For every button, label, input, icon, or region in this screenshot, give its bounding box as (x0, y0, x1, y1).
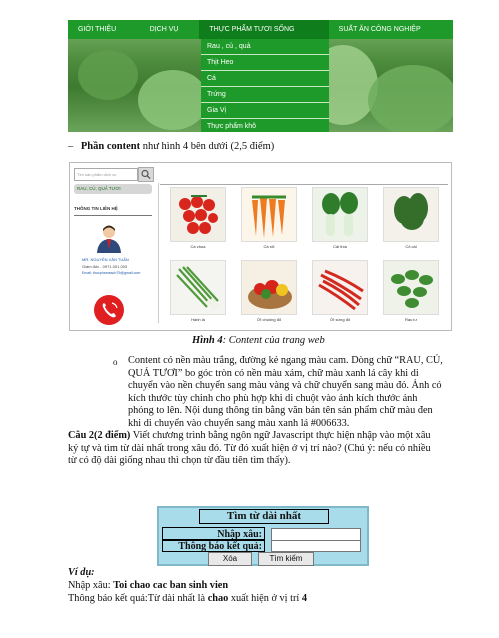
longest-word-form: Tìm từ dài nhất Nhập xâu: Thông báo kết … (157, 506, 369, 566)
product-image[interactable] (170, 260, 226, 315)
bullet-mark: o (113, 357, 118, 367)
product-card[interactable]: Ớt sừng đỏ (312, 260, 368, 326)
contact-title: THÔNG TIN LIÊN HỆ (74, 206, 118, 211)
result-label: Thông báo kết quả: (162, 540, 265, 552)
product-image[interactable] (312, 260, 368, 315)
vegetable-photo (138, 70, 208, 130)
product-image[interactable] (312, 187, 368, 242)
question-2-line: Viết chương trình bằng ngôn ngữ Javascri… (130, 430, 431, 441)
product-card[interactable]: Cải thìa (312, 187, 368, 253)
menu-item-thuc-pham[interactable]: THỰC PHẨM TƯƠI SỐNG (199, 20, 329, 39)
category-badge[interactable]: RAU, CỦ, QUẢ TƯƠI (74, 184, 152, 194)
vegetable-photo (78, 50, 138, 100)
submenu-item[interactable]: Gia Vị (201, 103, 329, 119)
bullet-line: Content có nền màu trắng, đường kẻ ngang… (128, 355, 443, 366)
product-name: Cà rốt (263, 244, 275, 249)
product-image[interactable] (383, 187, 439, 242)
product-image[interactable] (170, 187, 226, 242)
search-input[interactable]: Tìm sản phẩm dịch vụ (74, 168, 138, 181)
form-title: Tìm từ dài nhất (199, 509, 329, 524)
menu-banner-figure: GIỚI THIỆU DỊCH VỤ THỰC PHẨM TƯƠI SỐNG S… (68, 20, 453, 132)
product-name: Ớt sừng đỏ (329, 317, 351, 322)
bullet-line: QUẢ TƯƠI” bo góc tròn có nền màu xám, ch… (128, 367, 419, 379)
product-card[interactable]: Cà rốt (241, 187, 297, 253)
question-2: Câu 2(2 điểm) Viết chương trình bằng ngô… (68, 430, 448, 468)
question-2-line: ký tự và tìm từ dài nhất trong xâu đó. T… (68, 442, 431, 454)
bullet-line: khi di chuyển vào chuyển sang màu xanh l… (128, 417, 350, 429)
search-icon (141, 169, 151, 179)
product-card[interactable]: Ớt chuông đỏ (241, 260, 297, 326)
product-name: Ớt chuông đỏ (256, 317, 282, 322)
submenu-item[interactable]: Rau , củ , quả (201, 39, 329, 55)
figure-4-caption: Hình 4: Content của trang web (192, 335, 325, 346)
product-image[interactable] (241, 187, 297, 242)
search-button[interactable]: Tìm kiếm (258, 552, 314, 566)
product-card[interactable]: Hành lá (170, 260, 226, 326)
contact-name: MR. NGUYỄN VĂN TUẤN (82, 257, 129, 262)
result-field[interactable] (271, 540, 361, 552)
example-result-mid: xuất hiện ở vị trí (228, 593, 302, 604)
content-page-figure: Tìm sản phẩm dịch vụ RAU, CỦ, QUẢ TƯƠI T… (69, 162, 452, 331)
section-content-bold: Phần content (80, 141, 141, 152)
example-heading: Ví dụ: (68, 567, 95, 578)
product-card[interactable]: Cà chua (170, 187, 226, 253)
product-card[interactable]: Rau lư (383, 260, 439, 326)
menu-item-dich-vu[interactable]: DỊCH VỤ (140, 20, 200, 39)
submenu-item[interactable]: Trứng (201, 87, 329, 103)
divider (160, 184, 448, 185)
question-2-label: Câu 2(2 điểm) (68, 430, 131, 441)
clear-button[interactable]: Xóa (208, 552, 252, 566)
search-button[interactable] (138, 167, 154, 182)
section-content-rest: như hình 4 bên dưới (2,5 điểm) (140, 141, 275, 152)
product-image[interactable] (241, 260, 297, 315)
example-result-pos: 4 (301, 593, 307, 604)
bullet-line: phóng to lên. Nội dung thông tin bằng vă… (128, 405, 433, 416)
example-input-prefix: Nhập xâu: (68, 580, 114, 591)
section-content-heading: – Phần content như hình 4 bên dưới (2,5 … (68, 141, 274, 152)
bullet-line: chuyển vào nền chuyển sang màu vàng và c… (128, 380, 442, 391)
divider (74, 215, 152, 216)
product-name: Hành lá (191, 317, 205, 322)
phone-button[interactable] (94, 295, 124, 325)
example-input: Nhập xâu: Toi chao cac ban sinh vien (68, 580, 228, 591)
example-result-word: chao (207, 593, 229, 604)
bullet-paragraph: Content có nền màu trắng, đường kẻ ngang… (128, 355, 448, 430)
dash-mark: – (68, 141, 74, 152)
phone-icon (102, 302, 118, 318)
divider (158, 183, 159, 323)
main-menu: GIỚI THIỆU DỊCH VỤ THỰC PHẨM TƯƠI SỐNG S… (68, 20, 453, 39)
menu-item-suat-an[interactable]: SUẤT ĂN CÔNG NGHIỆP (329, 20, 453, 39)
submenu-item[interactable]: Thực phẩm khô (201, 119, 329, 132)
example-result-prefix: Thông báo kết quả:Từ dài nhất là (68, 593, 208, 604)
caption-label: Hình 4 (192, 335, 223, 346)
product-card[interactable]: Cỏ cải (383, 187, 439, 253)
product-name: Cải thìa (333, 244, 347, 249)
product-name: Cà chua (190, 244, 206, 249)
avatar-icon (97, 225, 121, 253)
contact-role: Giám đốc - 0971 001 003 (82, 264, 128, 269)
submenu-item[interactable]: Cá (201, 71, 329, 87)
menu-item-gioi-thieu[interactable]: GIỚI THIỆU (68, 20, 140, 39)
caption-text: : Content của trang web (222, 335, 325, 346)
example-input-value: Toi chao cac ban sinh vien (113, 580, 229, 591)
product-name: Cỏ cải (405, 244, 417, 249)
product-image[interactable] (383, 260, 439, 315)
product-name: Rau lư (404, 317, 417, 322)
example-result: Thông báo kết quả:Từ dài nhất là chao xu… (68, 593, 307, 604)
vegetable-photo (368, 65, 453, 132)
submenu-dropdown: Rau , củ , quả Thịt Heo Cá Trứng Gia Vị … (201, 39, 329, 132)
input-label: Nhập xâu: (162, 527, 265, 540)
contact-email[interactable]: Email: thucphamsach79@gmail.com (82, 271, 140, 275)
submenu-item[interactable]: Thịt Heo (201, 55, 329, 71)
bullet-line: kích thước tùy chỉnh cho phù hợp khi di … (128, 392, 418, 404)
question-2-line: từ có độ dài giống nhau thì chọn từ đầu … (68, 455, 291, 466)
